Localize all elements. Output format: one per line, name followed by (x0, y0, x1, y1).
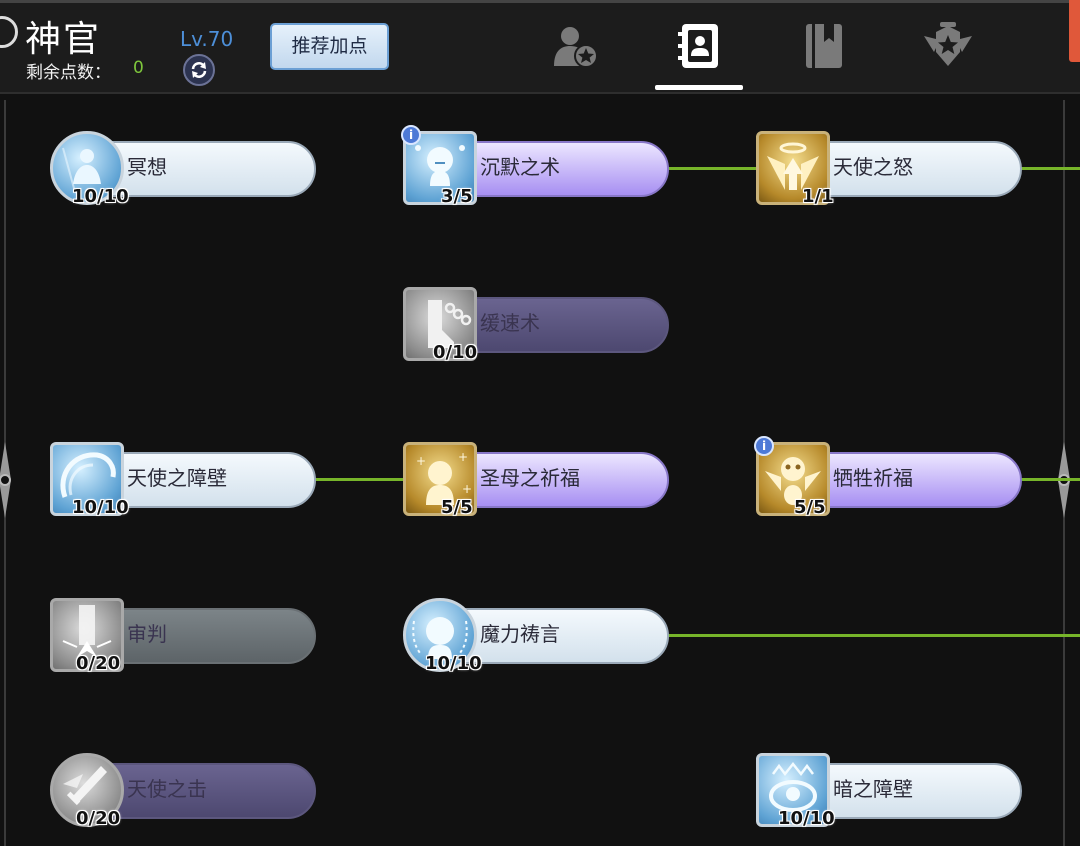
notification-ribbon[interactable] (1069, 0, 1080, 62)
reset-points-button[interactable] (183, 54, 215, 86)
header-top-strip (0, 0, 1080, 3)
skill-node-sacrifice-blessing[interactable]: 牺牲祈福 i 5/5 (754, 436, 1026, 522)
remaining-points-label: 剩余点数： (26, 63, 111, 83)
skill-name: 审判 (127, 622, 167, 646)
svg-text:+: + (416, 454, 426, 468)
skill-node-silence[interactable]: 沉默之术 i 3/5 (401, 125, 673, 211)
refresh-icon (191, 62, 207, 78)
connector-mana-prayer-right (666, 634, 1080, 637)
svg-text:+: + (462, 482, 472, 496)
header-bar: 神官 剩余点数： 0 Lv.70 推荐加点 (0, 0, 1080, 94)
skill-node-meditation[interactable]: 冥想 10/10 (50, 131, 320, 211)
skill-name: 圣母之祈福 (480, 466, 580, 490)
class-title: 神官 (25, 19, 102, 60)
profile-star-icon (554, 27, 598, 68)
tab-rank[interactable] (922, 22, 972, 70)
skill-book-icon (678, 24, 718, 68)
info-badge-icon[interactable]: i (754, 436, 774, 456)
skill-level-count: 0/10 (433, 342, 478, 363)
skill-name: 天使之击 (127, 777, 207, 801)
skill-node-mana-prayer[interactable]: 魔力祷言 10/10 (403, 598, 673, 678)
skill-level-count: 10/10 (72, 497, 129, 518)
tab-character[interactable] (552, 22, 600, 70)
skill-level-count: 0/20 (76, 653, 121, 674)
connector-sacrifice-right (1018, 478, 1080, 481)
skill-level-count: 1/1 (802, 186, 834, 207)
skill-node-holy-mother-blessing[interactable]: 圣母之祈福 + + + 5/5 (403, 442, 673, 522)
back-icon[interactable] (0, 16, 18, 48)
left-rail-ornament-icon (0, 442, 11, 518)
skill-name: 冥想 (127, 155, 167, 179)
skill-node-angel-strike[interactable]: 天使之击 0/20 (50, 753, 320, 833)
skill-name: 沉默之术 (480, 155, 560, 179)
active-tab-indicator (655, 85, 743, 90)
skill-level-count: 10/10 (425, 653, 482, 674)
connector-angel-wrath-right (1018, 167, 1080, 170)
journal-icon (806, 24, 842, 68)
skill-name: 牺牲祈福 (833, 466, 913, 490)
skill-node-dark-barrier[interactable]: 暗之障壁 10/10 (756, 753, 1026, 833)
skill-name: 魔力祷言 (480, 622, 560, 646)
rank-emblem-icon (924, 22, 972, 66)
skill-node-angel-barrier[interactable]: 天使之障壁 10/10 (50, 442, 320, 522)
skill-level-count: 5/5 (794, 497, 826, 518)
skill-node-angel-wrath[interactable]: 天使之怒 1/1 (756, 131, 1026, 211)
tab-journal[interactable] (800, 22, 848, 70)
skill-level-count: 10/10 (72, 186, 129, 207)
remaining-points-value: 0 (133, 58, 144, 78)
skill-name: 暗之障壁 (833, 777, 913, 801)
connector-silence-to-angel-wrath (666, 167, 758, 170)
skill-level-count: 0/20 (76, 808, 121, 829)
skill-name: 缓速术 (480, 311, 540, 335)
info-badge-icon[interactable]: i (401, 125, 421, 145)
level-label: Lv.70 (180, 27, 234, 51)
skill-level-count: 10/10 (778, 808, 835, 829)
recommend-points-button[interactable]: 推荐加点 (270, 23, 389, 70)
skill-node-judgment[interactable]: 审判 0/20 (50, 598, 320, 678)
connector-barrier-to-blessing (313, 478, 405, 481)
svg-text:+: + (458, 450, 468, 464)
skill-node-slow[interactable]: 缓速术 0/10 (403, 287, 673, 367)
tab-skills[interactable] (676, 22, 724, 70)
skill-level-count: 5/5 (441, 497, 473, 518)
skill-level-count: 3/5 (441, 186, 473, 207)
skill-name: 天使之障壁 (127, 466, 227, 490)
skill-name: 天使之怒 (833, 155, 913, 179)
